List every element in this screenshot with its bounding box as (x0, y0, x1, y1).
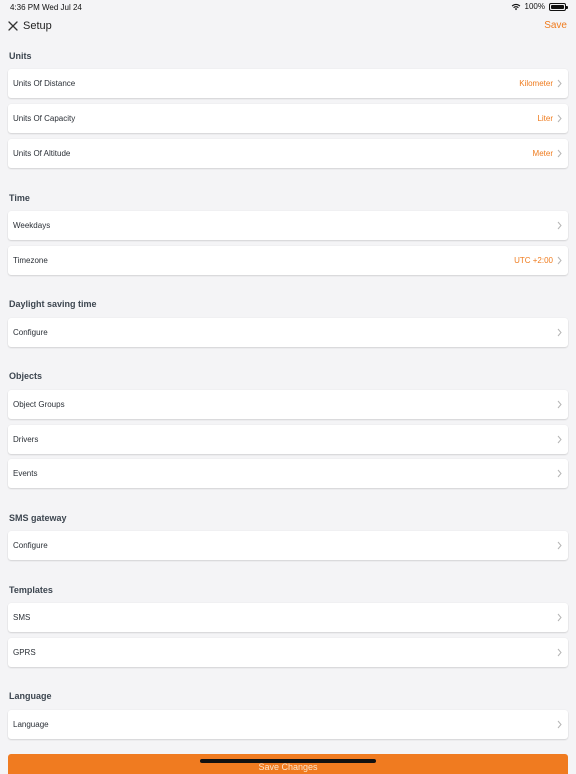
row-value: Liter (537, 114, 553, 123)
row-drivers[interactable]: Drivers (8, 425, 568, 454)
save-changes-button[interactable]: Save Changes (8, 754, 568, 774)
chevron-right-icon (557, 256, 562, 265)
row-value: Meter (532, 149, 553, 158)
row-label: Weekdays (13, 221, 51, 230)
row-label: Configure (13, 328, 48, 337)
row-object-groups[interactable]: Object Groups (8, 390, 568, 419)
row-label: Units Of Altitude (13, 149, 71, 158)
row-sms-gateway-configure[interactable]: Configure (8, 531, 568, 560)
chevron-right-icon (557, 149, 562, 158)
section-title-templates: Templates (9, 585, 53, 595)
status-date: Wed Jul 24 (42, 3, 82, 12)
chevron-right-icon (557, 79, 562, 88)
wifi-icon (511, 3, 520, 10)
chevron-right-icon (557, 328, 562, 337)
row-units-distance[interactable]: Units Of Distance Kilometer (8, 69, 568, 98)
row-label: GPRS (13, 648, 36, 657)
row-label: Timezone (13, 256, 48, 265)
section-title-language: Language (9, 691, 52, 701)
chevron-right-icon (557, 720, 562, 729)
row-weekdays[interactable]: Weekdays (8, 211, 568, 240)
section-title-units: Units (9, 51, 32, 61)
row-label: Drivers (13, 435, 39, 444)
row-label: Language (13, 720, 49, 729)
row-label: Events (13, 469, 38, 478)
section-title-sms-gateway: SMS gateway (9, 513, 67, 523)
home-indicator (200, 759, 376, 763)
close-icon[interactable] (6, 19, 20, 33)
section-title-daylight-saving: Daylight saving time (9, 299, 97, 309)
row-label: Object Groups (13, 400, 65, 409)
chevron-right-icon (557, 435, 562, 444)
row-label: Units Of Capacity (13, 114, 76, 123)
status-right: 100% (511, 2, 568, 11)
row-dst-configure[interactable]: Configure (8, 318, 568, 347)
chevron-right-icon (557, 613, 562, 622)
chevron-right-icon (557, 114, 562, 123)
row-events[interactable]: Events (8, 459, 568, 488)
nav-bar: Setup Save (0, 14, 576, 40)
chevron-right-icon (557, 400, 562, 409)
save-button[interactable]: Save (544, 20, 567, 31)
chevron-right-icon (557, 541, 562, 550)
row-value: UTC +2:00 (514, 256, 553, 265)
page-title: Setup (23, 20, 52, 32)
row-language[interactable]: Language (8, 710, 568, 739)
row-value: Kilometer (519, 79, 553, 88)
row-label: SMS (13, 613, 31, 622)
battery-icon (549, 2, 568, 11)
chevron-right-icon (557, 648, 562, 657)
chevron-right-icon (557, 221, 562, 230)
save-changes-label: Save Changes (258, 762, 318, 772)
section-title-time: Time (9, 193, 30, 203)
row-units-capacity[interactable]: Units Of Capacity Liter (8, 104, 568, 133)
row-template-gprs[interactable]: GPRS (8, 638, 568, 667)
battery-percent: 100% (524, 2, 545, 11)
row-template-sms[interactable]: SMS (8, 603, 568, 632)
row-units-altitude[interactable]: Units Of Altitude Meter (8, 139, 568, 168)
status-bar: 4:36 PM Wed Jul 24 100% (0, 0, 576, 14)
row-label: Configure (13, 541, 48, 550)
status-time: 4:36 PM (10, 3, 40, 12)
row-timezone[interactable]: Timezone UTC +2:00 (8, 246, 568, 275)
section-title-objects: Objects (9, 371, 43, 381)
row-label: Units Of Distance (13, 79, 76, 88)
chevron-right-icon (557, 469, 562, 478)
